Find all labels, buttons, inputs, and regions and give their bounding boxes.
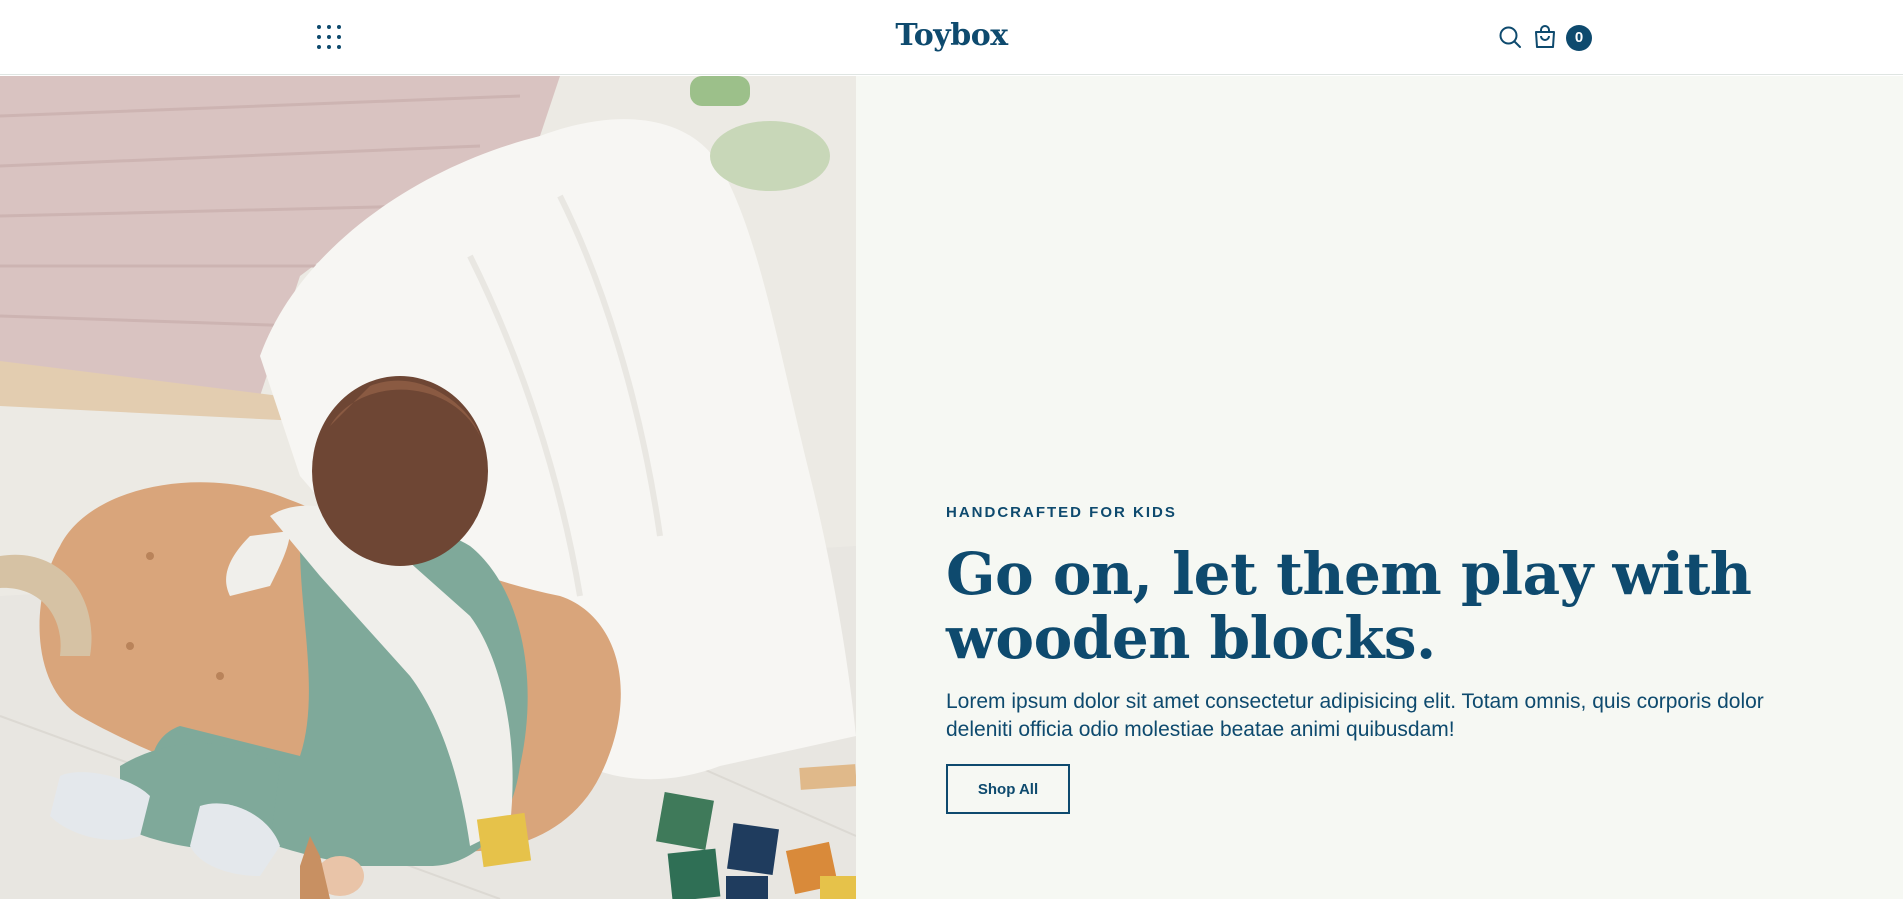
hero-eyebrow: HANDCRAFTED FOR KIDS: [946, 504, 1177, 521]
cart-count-badge[interactable]: 0: [1566, 25, 1592, 51]
menu-dot: [337, 35, 341, 39]
menu-dot: [327, 25, 331, 29]
menu-dot: [317, 25, 321, 29]
hero-description: Lorem ipsum dolor sit amet consectetur a…: [946, 690, 1764, 741]
grid-menu-icon[interactable]: [312, 22, 346, 52]
shopping-bag-icon[interactable]: [1531, 23, 1559, 51]
site-logo[interactable]: Toybox: [895, 18, 1008, 53]
menu-dot: [327, 35, 331, 39]
shop-all-button[interactable]: Shop All: [946, 764, 1070, 814]
hero-photo-illustration: [0, 76, 856, 899]
menu-dot: [337, 45, 341, 49]
hero-image: [0, 76, 856, 899]
menu-dot: [317, 45, 321, 49]
menu-dot: [337, 25, 341, 29]
search-icon[interactable]: [1497, 24, 1523, 50]
logo-wrapper: Toybox: [0, 18, 1903, 53]
hero-headline: Go on, let them play with wooden blocks.: [946, 540, 1752, 672]
hero-content-panel: HANDCRAFTED FOR KIDS Go on, let them pla…: [856, 76, 1903, 899]
site-header: Toybox 0: [0, 0, 1903, 75]
menu-dot: [327, 45, 331, 49]
menu-dot: [317, 35, 321, 39]
